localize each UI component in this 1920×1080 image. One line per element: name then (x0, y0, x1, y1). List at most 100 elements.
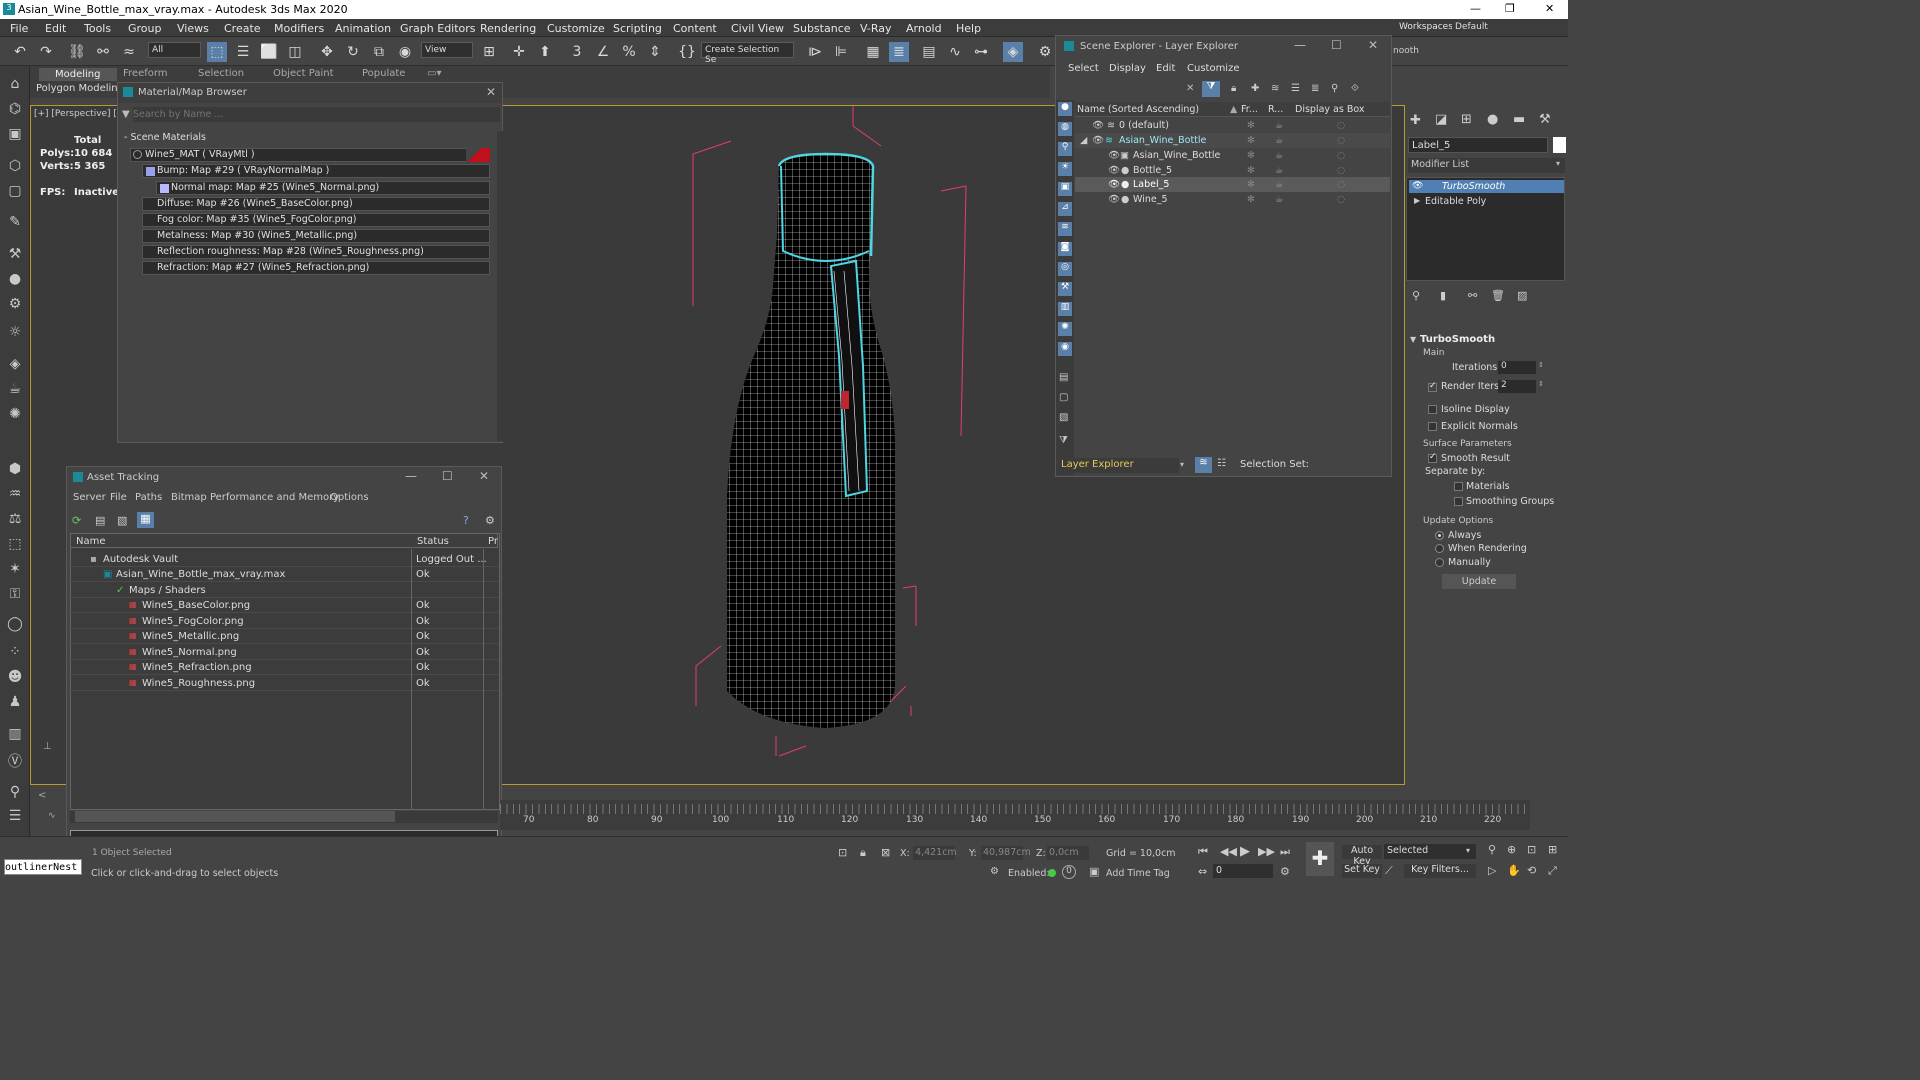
box-toggle-icon[interactable]: ◌ (1337, 165, 1345, 176)
orbit-icon[interactable]: ⌂ (5, 76, 25, 96)
cube-icon[interactable]: ◈ (5, 356, 25, 376)
se-menu-customize[interactable]: Customize (1187, 63, 1240, 74)
mini-curve-editor-icon[interactable]: ∿ (48, 811, 56, 821)
se-highlight-icon[interactable]: ⚲ (1331, 83, 1338, 94)
list-item[interactable]: 👁︎ ▣ Asian_Wine_Bottle ✻ ☕ ◌ (1075, 148, 1390, 163)
freeze-icon[interactable]: ✻ (1247, 194, 1255, 205)
z-coordinate-field[interactable]: 0,0cm (1047, 846, 1089, 860)
col-status[interactable]: Status (417, 536, 449, 547)
asset-menu-file[interactable]: File (110, 492, 127, 503)
next-frame-icon[interactable]: ▶▶ (1258, 845, 1275, 858)
update-button[interactable]: Update (1442, 574, 1516, 589)
zoom-icon[interactable]: ⚲ (1488, 843, 1496, 856)
y-coordinate-field[interactable]: 40,987cm (981, 846, 1031, 860)
toggle-scene-explorer-icon[interactable]: ▦ (863, 42, 883, 62)
x-coordinate-field[interactable]: 4,421cm (913, 846, 957, 860)
minimize-icon[interactable]: — (1470, 2, 1481, 15)
spinner-snap-icon[interactable]: ⇕ (645, 42, 665, 62)
se-geometry-icon[interactable]: ◍ (1058, 122, 1072, 136)
table-view-icon[interactable]: ▦ (137, 512, 154, 528)
sphere-icon[interactable]: ● (5, 271, 25, 291)
layer-explorer-dropdown[interactable]: Layer Explorer (1059, 458, 1179, 473)
rect-selection-icon[interactable]: ⬜ (259, 42, 279, 62)
maximize-icon[interactable]: ❐ (1505, 2, 1515, 15)
show-end-result-icon[interactable]: ▮ (1440, 289, 1446, 302)
camera-icon[interactable]: ▣ (5, 126, 25, 146)
zoom-extents-all-icon[interactable]: ⊞ (1548, 843, 1557, 856)
menu-help[interactable]: Help (956, 22, 981, 35)
tree-view-icon[interactable]: ▧ (117, 514, 127, 527)
layers-icon[interactable]: ▥ (5, 726, 25, 746)
link-icon[interactable]: ⛓ (67, 42, 87, 62)
tool-icon[interactable]: ⚿ (5, 586, 25, 606)
list-item[interactable]: 👁︎ ≋ 0 (default) ✻ ☕ ◌ (1075, 118, 1390, 133)
asset-maximize-icon[interactable]: ☐ (442, 469, 453, 483)
workspaces-dropdown[interactable]: Default (1452, 20, 1562, 35)
cylinder-icon[interactable]: ⬡ (5, 158, 25, 178)
asset-menu-paths[interactable]: Paths (135, 492, 162, 503)
material-browser-close-icon[interactable]: ✕ (486, 85, 496, 99)
select-object-icon[interactable]: ⬚ (207, 42, 227, 62)
asset-menu-bitmap[interactable]: Bitmap Performance and Memory (171, 492, 339, 503)
se-hidden-icon[interactable]: ◉ (1058, 342, 1072, 356)
set-key-button[interactable]: Set Key (1342, 864, 1382, 878)
prev-frame-icon[interactable]: ◀◀ (1220, 845, 1237, 858)
wine-bottle-wireframe[interactable] (631, 106, 1031, 786)
asset-menu-server[interactable]: Server (73, 492, 106, 503)
table-row[interactable]: ▦ Wine5_Metallic.png Ok (70, 629, 498, 644)
zoom-all-icon[interactable]: ⊕ (1507, 843, 1516, 856)
se-menu-edit[interactable]: Edit (1156, 63, 1175, 74)
menu-group[interactable]: Group (128, 22, 162, 35)
freeze-icon[interactable]: ✻ (1247, 165, 1255, 176)
se-maximize-icon[interactable]: ☐ (1331, 38, 1342, 52)
menu-tools[interactable]: Tools (84, 22, 111, 35)
visibility-eye-icon[interactable]: 👁︎ (1108, 179, 1120, 190)
particles-icon[interactable]: ⁘ (5, 644, 25, 664)
pin-stack-icon[interactable]: ⚲ (1412, 289, 1420, 302)
timeline-track[interactable]: 70 80 90 100 110 120 130 140 150 160 170… (500, 800, 1530, 830)
turbosmooth-rollout-title[interactable]: TurboSmooth (1420, 334, 1495, 345)
se-layer-icon[interactable]: ☰ (1291, 83, 1300, 94)
frame-icon[interactable]: ⬚ (5, 536, 25, 556)
unlink-icon[interactable]: ⚯ (93, 42, 113, 62)
hammer-icon[interactable]: ⚒ (5, 246, 25, 266)
add-time-tag[interactable]: Add Time Tag (1106, 868, 1170, 879)
table-row[interactable]: ▦ Wine5_BaseColor.png Ok (70, 598, 498, 613)
paint-icon[interactable]: ✎ (5, 214, 25, 234)
table-row[interactable]: ▣ Asian_Wine_Bottle_max_vray.max Ok (70, 567, 498, 582)
pan-icon[interactable]: ⌬ (5, 101, 25, 121)
se-new-layer-icon[interactable]: ✚ (1251, 83, 1259, 94)
modifier-list-dropdown[interactable]: Modifier List (1408, 158, 1565, 173)
list-item[interactable]: 👁︎ ● Wine_5 ✻ ☕ ◌ (1075, 192, 1390, 207)
iterations-spinner[interactable]: 0 (1498, 361, 1536, 374)
selection-filter-dropdown[interactable]: All (148, 42, 201, 58)
box3d-icon[interactable]: ⬢ (5, 461, 25, 481)
key-mode-toggle-icon[interactable]: ⟋ (1385, 864, 1393, 878)
material-ball-icon[interactable]: ◯ (5, 616, 25, 636)
map-item[interactable]: Refraction: Map #27 (Wine5_Refraction.pn… (142, 261, 490, 275)
se-none-icon[interactable]: ▢ (1059, 392, 1068, 403)
scene-materials-section[interactable]: - Scene Materials (124, 132, 206, 143)
se-col-display-box[interactable]: Display as Box (1295, 104, 1365, 115)
stack-item-editable-poly[interactable]: ▶ Editable Poly (1409, 195, 1564, 208)
layer-manage-icon[interactable]: ☷ (1217, 458, 1226, 469)
se-col-name[interactable]: Name (Sorted Ascending) (1077, 104, 1199, 115)
material-editor-icon[interactable]: ◈ (1003, 42, 1023, 62)
se-helpers-icon[interactable]: ⊿ (1058, 202, 1072, 216)
smoothing-groups-checkbox[interactable] (1454, 497, 1463, 506)
table-row[interactable]: ▦ Wine5_Normal.png Ok (70, 645, 498, 660)
asset-close-icon[interactable]: ✕ (479, 469, 489, 483)
snaps-toggle-icon[interactable]: 3 (567, 42, 587, 62)
lamp-icon[interactable]: ☼ (5, 324, 25, 344)
se-col-render[interactable]: R... (1268, 104, 1283, 115)
se-clear-icon[interactable]: ✕ (1186, 83, 1194, 94)
menu-customize[interactable]: Customize (547, 22, 605, 35)
table-row[interactable]: ▦ Wine5_FogColor.png Ok (70, 614, 498, 629)
refresh-icon[interactable]: ⟳ (72, 514, 81, 527)
map-item[interactable]: Metalness: Map #30 (Wine5_Metallic.png) (142, 229, 490, 243)
rotate-icon[interactable]: ↻ (343, 42, 363, 62)
se-sync-icon[interactable]: ⟐ (1351, 83, 1359, 94)
menu-create[interactable]: Create (224, 22, 261, 35)
redo-icon[interactable]: ↷ (36, 42, 56, 62)
named-selection-dropdown[interactable]: Create Selection Se (701, 42, 794, 65)
